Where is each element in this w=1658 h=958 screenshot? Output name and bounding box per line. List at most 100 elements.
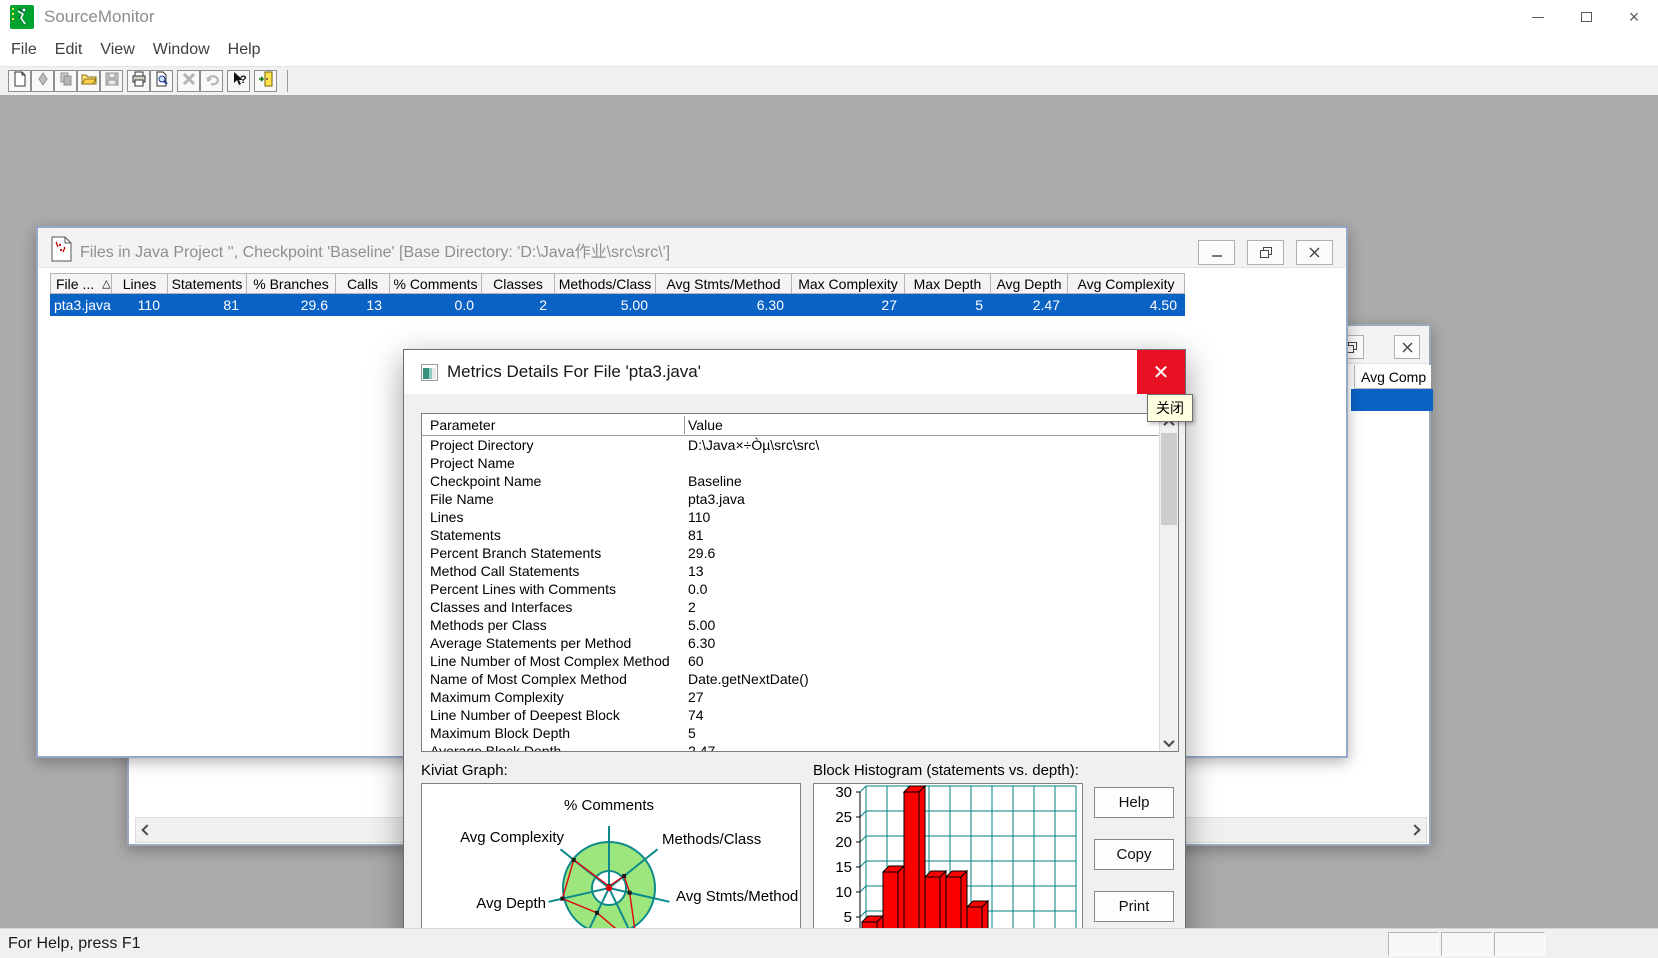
maximize-icon xyxy=(1580,12,1592,22)
param-row[interactable]: Percent Lines with Comments 0.0 xyxy=(422,580,1159,598)
files-restore-button[interactable] xyxy=(1247,240,1284,265)
row-cell-8: 6.30 xyxy=(756,297,784,313)
scroll-left-button[interactable] xyxy=(136,818,158,842)
maximize-button[interactable] xyxy=(1562,0,1610,34)
scroll-right-button[interactable] xyxy=(1404,818,1426,842)
menu-item-window[interactable]: Window xyxy=(144,37,219,63)
param-name: Project Name xyxy=(430,455,515,471)
param-name: Line Number of Deepest Block xyxy=(430,707,620,723)
column-header-label: Avg Stmts/Method xyxy=(666,275,781,292)
kiviat-graph-label: Kiviat Graph: xyxy=(421,762,508,779)
toolbar-button-save[interactable] xyxy=(100,70,123,92)
column-header-avg-depth[interactable]: Avg Depth xyxy=(991,273,1068,294)
files-close-button[interactable] xyxy=(1296,240,1333,265)
close-button[interactable]: × xyxy=(1610,0,1658,34)
param-row[interactable]: Percent Branch Statements 29.6 xyxy=(422,544,1159,562)
param-value: 29.6 xyxy=(688,545,716,561)
delete-icon xyxy=(181,71,197,92)
help-button[interactable]: Help xyxy=(1094,787,1174,818)
column-header-max-depth[interactable]: Max Depth xyxy=(905,273,991,294)
svg-text:Avg Stmts/Method: Avg Stmts/Method xyxy=(676,888,798,905)
column-header-label: Avg Depth xyxy=(996,275,1062,292)
column-header-avg-stmts-method[interactable]: Avg Stmts/Method xyxy=(656,273,792,294)
row-cell-1: 110 xyxy=(137,297,160,313)
toolbar-button-open-project[interactable] xyxy=(77,70,100,92)
menu-item-help[interactable]: Help xyxy=(219,37,270,63)
svg-text:Avg Depth: Avg Depth xyxy=(476,895,546,912)
column-header-file[interactable]: File ... △ xyxy=(50,273,112,294)
menu-item-edit[interactable]: Edit xyxy=(46,37,92,63)
toolbar-button-new-checkpoint[interactable] xyxy=(31,70,54,92)
toolbar-button-print[interactable] xyxy=(127,70,150,92)
column-header-parameter[interactable]: Parameter xyxy=(430,417,495,433)
param-value: 2 xyxy=(688,599,696,615)
column-header-value[interactable]: Value xyxy=(688,417,723,433)
background-column-header-avg-complexity[interactable]: Avg Comp xyxy=(1354,365,1431,389)
param-row[interactable]: Lines 110 xyxy=(422,508,1159,526)
column-header-calls[interactable]: Calls xyxy=(336,273,390,294)
column-header-methods-class[interactable]: Methods/Class xyxy=(555,273,656,294)
menu-item-view[interactable]: View xyxy=(91,37,143,63)
param-value: 27 xyxy=(688,689,704,705)
status-pane xyxy=(1494,932,1545,956)
param-row[interactable]: Average Statements per Method 6.30 xyxy=(422,634,1159,652)
param-name: Maximum Complexity xyxy=(430,689,564,705)
param-row[interactable]: Name of Most Complex Method Date.getNextD… xyxy=(422,670,1159,688)
column-header-lines[interactable]: Lines xyxy=(112,273,168,294)
param-value: Date.getNextDate() xyxy=(688,671,809,687)
param-row[interactable]: Maximum Complexity 27 xyxy=(422,688,1159,706)
background-close-button[interactable] xyxy=(1394,335,1420,359)
toolbar-button-delete[interactable] xyxy=(177,70,200,92)
scrollbar-thumb[interactable] xyxy=(1161,433,1177,525)
copy-button[interactable]: Copy xyxy=(1094,839,1174,870)
param-name: Methods per Class xyxy=(430,617,547,633)
open-project-icon xyxy=(80,71,97,92)
param-row[interactable]: Project Directory D:\Java×÷Òµ\src\src\ xyxy=(422,436,1159,454)
files-table-selected-row[interactable]: pta3.java 110 81 29.6 13 0.0 2 5.00 6.30 27 5 2.47 4… xyxy=(50,294,1185,316)
toolbar-button-new-document[interactable] xyxy=(8,70,31,92)
param-row[interactable]: Checkpoint Name Baseline xyxy=(422,472,1159,490)
toolbar-button-undo[interactable] xyxy=(200,70,223,92)
column-header-statements[interactable]: Statements xyxy=(168,273,247,294)
column-header-branches[interactable]: % Branches xyxy=(247,273,336,294)
param-row[interactable]: Average Block Depth 2.47 xyxy=(422,742,1159,751)
menu-item-file[interactable]: File xyxy=(2,37,46,63)
param-row[interactable]: Classes and Interfaces 2 xyxy=(422,598,1159,616)
param-row[interactable]: Line Number of Most Complex Method 60 xyxy=(422,652,1159,670)
print-button[interactable]: Print xyxy=(1094,891,1174,922)
toolbar-button-copy-checkpoint[interactable] xyxy=(54,70,77,92)
metrics-list-body: Project Directory D:\Java×÷Òµ\src\src\ Pro… xyxy=(422,436,1159,751)
param-row[interactable]: Statements 81 xyxy=(422,526,1159,544)
minimize-icon xyxy=(1211,255,1222,257)
svg-text:?: ? xyxy=(240,74,247,86)
metrics-details-dialog: Metrics Details For File 'pta3.java' ✕ P… xyxy=(403,349,1186,958)
background-selected-row[interactable] xyxy=(1351,389,1433,411)
param-name: Percent Lines with Comments xyxy=(430,581,616,597)
param-row[interactable]: Method Call Statements 13 xyxy=(422,562,1159,580)
param-row[interactable]: Project Name xyxy=(422,454,1159,472)
param-name: Project Directory xyxy=(430,437,534,453)
block-histogram-label: Block Histogram (statements vs. depth): xyxy=(813,762,1079,779)
toolbar-button-exit[interactable] xyxy=(254,70,277,92)
param-row[interactable]: Maximum Block Depth 5 xyxy=(422,724,1159,742)
column-header-classes[interactable]: Classes xyxy=(482,273,555,294)
toolbar-button-print-preview[interactable] xyxy=(150,70,173,92)
column-header-avg-complexity[interactable]: Avg Complexity xyxy=(1068,273,1185,294)
app-titlebar: SourceMonitor × xyxy=(0,0,1658,34)
column-header-max-complexity[interactable]: Max Complexity xyxy=(792,273,905,294)
metrics-vertical-scrollbar[interactable] xyxy=(1159,414,1178,751)
close-icon xyxy=(1309,247,1320,258)
minimize-button[interactable] xyxy=(1514,0,1562,34)
param-value xyxy=(680,454,688,472)
param-row[interactable]: Methods per Class 5.00 xyxy=(422,616,1159,634)
row-cell-5: 0.0 xyxy=(454,297,474,313)
files-minimize-button[interactable] xyxy=(1198,240,1235,265)
param-row[interactable]: Line Number of Deepest Block 74 xyxy=(422,706,1159,724)
scroll-down-button[interactable] xyxy=(1160,734,1178,751)
toolbar-button-context-help[interactable]: ? xyxy=(227,70,250,92)
dialog-close-button[interactable]: ✕ xyxy=(1137,350,1185,394)
param-row[interactable]: File Name pta3.java xyxy=(422,490,1159,508)
undo-icon xyxy=(204,71,220,92)
column-divider[interactable] xyxy=(684,416,685,434)
column-header-comments[interactable]: % Comments xyxy=(390,273,482,294)
